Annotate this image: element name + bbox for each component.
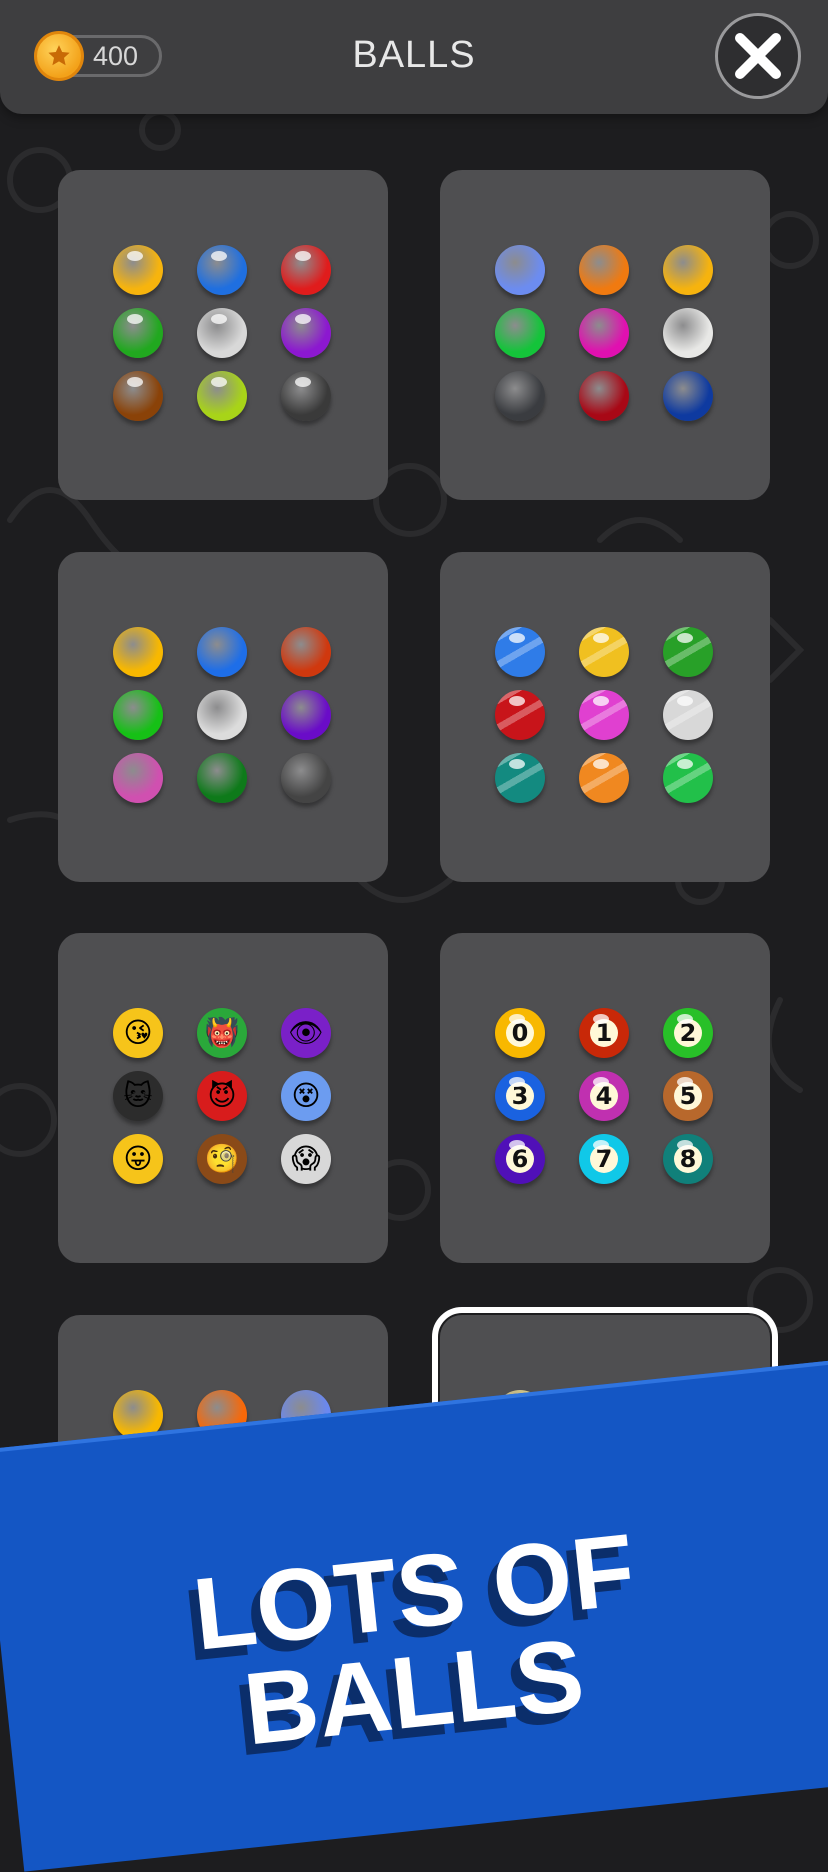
marble-ball	[579, 753, 629, 803]
number-ball: 4	[579, 1071, 629, 1121]
number-ball: 1	[579, 1008, 629, 1058]
number-ball: 8	[663, 1134, 713, 1184]
emoji-ball-icon: 🧐	[197, 1134, 247, 1184]
close-button[interactable]	[715, 13, 801, 99]
color-ball	[495, 371, 545, 421]
ball-number: 5	[674, 1082, 702, 1110]
emoji-face: 😘	[123, 1016, 153, 1049]
marble-ball	[663, 753, 713, 803]
emoji-face: 😵	[291, 1079, 321, 1112]
color-ball	[197, 371, 247, 421]
color-ball	[197, 245, 247, 295]
emoji-face: 🐱	[123, 1079, 153, 1112]
number-ball: 7	[579, 1134, 629, 1184]
emoji-ball-icon: 😱	[281, 1134, 331, 1184]
marble-ball	[663, 627, 713, 677]
color-ball	[495, 308, 545, 358]
number-ball: 2	[663, 1008, 713, 1058]
color-ball	[663, 308, 713, 358]
marble-ball	[495, 627, 545, 677]
color-ball	[197, 308, 247, 358]
color-ball	[197, 753, 247, 803]
ball-number: 7	[590, 1145, 618, 1173]
emoji-face: 👹	[204, 1016, 240, 1049]
emoji-ball-icon: 👹	[197, 1008, 247, 1058]
ball-number: 1	[590, 1019, 618, 1047]
marble-ball	[579, 627, 629, 677]
close-x-icon	[735, 33, 781, 79]
emoji-face: 😛	[123, 1142, 153, 1175]
number-ball: 5	[663, 1071, 713, 1121]
emoji-ball-icon: 😈	[197, 1071, 247, 1121]
marble-ball	[495, 753, 545, 803]
emoji-ball-icon: 😘	[113, 1008, 163, 1058]
color-ball	[281, 371, 331, 421]
color-ball	[579, 308, 629, 358]
ball-set-card[interactable]: 😘 👹 👁 🐱 😈 😵 😛 🧐 😱	[58, 933, 388, 1263]
emoji-ball-icon: 😵	[281, 1071, 331, 1121]
ball-set-card[interactable]	[58, 552, 388, 882]
emoji-face: 🧐	[204, 1142, 240, 1175]
color-ball	[281, 245, 331, 295]
color-ball	[113, 753, 163, 803]
color-ball	[281, 627, 331, 677]
color-ball	[197, 690, 247, 740]
color-ball	[197, 627, 247, 677]
color-ball	[579, 245, 629, 295]
emoji-ball-icon: 🐱	[113, 1071, 163, 1121]
marble-ball	[579, 690, 629, 740]
color-ball	[281, 690, 331, 740]
top-bar: 400 BALLS	[0, 0, 828, 114]
emoji-face: 😱	[291, 1142, 321, 1175]
color-ball	[663, 371, 713, 421]
ball-number: 6	[506, 1145, 534, 1173]
color-ball	[113, 308, 163, 358]
ball-number: 2	[674, 1019, 702, 1047]
ball-number: 4	[590, 1082, 618, 1110]
number-ball: 3	[495, 1071, 545, 1121]
color-ball	[495, 245, 545, 295]
ball-set-card[interactable]	[58, 170, 388, 500]
color-ball	[113, 690, 163, 740]
number-ball: 0	[495, 1008, 545, 1058]
marble-ball	[495, 690, 545, 740]
color-ball	[579, 371, 629, 421]
color-ball	[113, 245, 163, 295]
color-ball	[281, 308, 331, 358]
page-title: BALLS	[352, 34, 476, 76]
ball-set-card[interactable]	[440, 552, 770, 882]
ball-number: 3	[506, 1082, 534, 1110]
color-ball	[663, 245, 713, 295]
color-ball	[113, 371, 163, 421]
ball-set-card[interactable]: 0 1 2 3 4 5 6 7 8	[440, 933, 770, 1263]
marble-ball	[663, 690, 713, 740]
emoji-ball-icon: 😛	[113, 1134, 163, 1184]
emoji-face: 👁	[288, 1016, 324, 1049]
emoji-face: 😈	[207, 1079, 237, 1112]
ball-set-card[interactable]	[440, 170, 770, 500]
color-ball	[281, 753, 331, 803]
emoji-ball-icon: 👁	[281, 1008, 331, 1058]
color-ball	[113, 627, 163, 677]
number-ball: 6	[495, 1134, 545, 1184]
ball-number: 8	[674, 1145, 702, 1173]
ball-number: 0	[506, 1019, 534, 1047]
